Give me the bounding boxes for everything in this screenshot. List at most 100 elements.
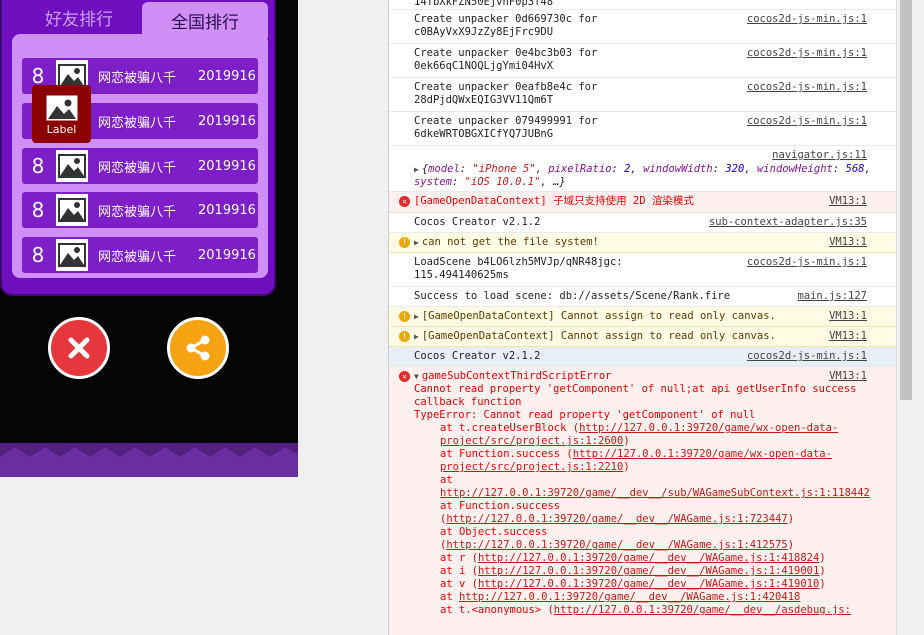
console-message: Success to load scene: db://assets/Scene… bbox=[389, 287, 896, 307]
error-icon: ✕ bbox=[399, 196, 410, 207]
source-link[interactable]: VM13:1 bbox=[829, 370, 867, 383]
source-link[interactable]: cocos2d-js-min.js:1 bbox=[747, 115, 867, 128]
console-error-expanded[interactable]: ✕ VM13:1 ▼ gameSubContextThirdScriptError… bbox=[389, 367, 896, 635]
console-message: LoadScene b4LO6lzh5MVJp/qNR48jgc: 115.49… bbox=[389, 253, 896, 287]
stack-frame: at v (http://127.0.0.1:39720/game/__dev_… bbox=[440, 578, 826, 590]
source-link[interactable]: cocos2d-js-min.js:1 bbox=[747, 47, 867, 60]
message-text: [GameOpenDataContext] Cannot assign to r… bbox=[421, 330, 776, 342]
message-text: LoadScene b4LO6lzh5MVJp/qNR48jgc: 115.49… bbox=[414, 256, 623, 281]
source-link[interactable]: VM13:1 bbox=[829, 236, 867, 249]
console-message: Create unpacker 0eafb8e4c for 28dPjdQWxE… bbox=[389, 78, 896, 112]
stack-link[interactable]: http://127.0.0.1:39720/game/__dev__/WAGa… bbox=[446, 539, 787, 551]
player-score: 2019916 bbox=[198, 68, 256, 84]
stack-frame: at Object.success (http://127.0.0.1:3972… bbox=[440, 526, 795, 551]
rank-number: 8 bbox=[31, 198, 45, 222]
console-message: Cocos Creator v2.1.2 sub-context-adapter… bbox=[389, 213, 896, 233]
message-text: [GameOpenDataContext] Cannot assign to r… bbox=[421, 310, 776, 322]
collapse-arrow-icon[interactable]: ▼ bbox=[414, 372, 419, 381]
tab-global-rank[interactable]: 全国排行 bbox=[142, 2, 268, 38]
scrollbar-thumb[interactable] bbox=[900, 0, 912, 400]
message-text: Create unpacker 079499991 for 6dkeWRTOBG… bbox=[414, 115, 598, 140]
stack-link[interactable]: http://127.0.0.1:39720/game/__dev__/asde… bbox=[554, 604, 851, 616]
source-link[interactable]: VM13:1 bbox=[829, 310, 867, 323]
stack-link[interactable]: http://127.0.0.1:39720/game/__dev__/sub/… bbox=[440, 487, 870, 499]
console-error: ✕ [GameOpenDataContext] 子域只支持使用 2D 渲染模式 … bbox=[389, 192, 896, 213]
close-icon bbox=[68, 337, 90, 359]
console-message: 14TbXkFZN50EjvhF0p3f48 bbox=[389, 0, 896, 10]
avatar-image-icon bbox=[56, 150, 88, 182]
screen: 好友排行 全国排行 8 网恋被骗八千 2019916 8 网恋被骗八千 2019… bbox=[0, 0, 924, 635]
message-text: Create unpacker 0e4bc3b03 for 0ek66qC1NO… bbox=[414, 47, 598, 72]
message-text: Cocos Creator v2.1.2 bbox=[414, 216, 541, 228]
player-score: 2019916 bbox=[198, 247, 256, 263]
source-link[interactable]: cocos2d-js-min.js:1 bbox=[747, 13, 867, 26]
console-message: Create unpacker 079499991 for 6dkeWRTOBG… bbox=[389, 112, 896, 146]
player-name: 网恋被骗八千 bbox=[98, 115, 177, 131]
source-link[interactable]: navigator.js:11 bbox=[772, 149, 867, 162]
player-name: 网恋被骗八千 bbox=[98, 160, 177, 176]
rank-list[interactable]: 8 网恋被骗八千 2019916 8 网恋被骗八千 2019916 8 网恋被骗… bbox=[12, 34, 268, 278]
share-button[interactable] bbox=[167, 317, 229, 379]
label-text: Label bbox=[46, 123, 77, 136]
console-warning: ! ▶ [GameOpenDataContext] Cannot assign t… bbox=[389, 327, 896, 347]
source-link[interactable]: sub-context-adapter.js:35 bbox=[709, 216, 867, 229]
warning-icon: ! bbox=[399, 237, 410, 248]
devtools-console[interactable]: 14TbXkFZN50EjvhF0p3f48 Create unpacker 0… bbox=[388, 0, 896, 635]
warning-icon: ! bbox=[399, 311, 410, 322]
source-link[interactable]: VM13:1 bbox=[829, 195, 867, 208]
image-placeholder-icon bbox=[46, 95, 77, 121]
player-name: 网恋被骗八千 bbox=[98, 204, 177, 220]
player-name: 网恋被骗八千 bbox=[98, 70, 177, 86]
console-scrollbar[interactable] bbox=[896, 0, 924, 635]
rank-row: 8 网恋被骗八千 2019916 bbox=[22, 237, 258, 273]
stack-link[interactable]: http://127.0.0.1:39720/game/__dev__/WAGa… bbox=[446, 513, 787, 525]
stack-link[interactable]: http://127.0.0.1:39720/game/__dev__/WAGa… bbox=[459, 591, 800, 603]
stack-frame: at i (http://127.0.0.1:39720/game/__dev_… bbox=[440, 565, 826, 577]
close-button[interactable] bbox=[48, 317, 110, 379]
source-link[interactable]: cocos2d-js-min.js:1 bbox=[747, 350, 867, 363]
message-text: 14TbXkFZN50EjvhF0p3f48 bbox=[414, 0, 554, 8]
rank-row: 8 网恋被骗八千 2019916 bbox=[22, 148, 258, 184]
footer-decoration bbox=[0, 443, 298, 477]
source-link[interactable]: cocos2d-js-min.js:1 bbox=[747, 256, 867, 269]
stack-frame: at t.<anonymous> (http://127.0.0.1:39720… bbox=[440, 604, 851, 616]
console-message: Cocos Creator v2.1.2 cocos2d-js-min.js:1 bbox=[389, 347, 896, 367]
player-score: 2019916 bbox=[198, 202, 256, 218]
tab-friends-rank[interactable]: 好友排行 bbox=[16, 0, 142, 34]
error-title: gameSubContextThirdScriptError bbox=[421, 370, 612, 382]
player-score: 2019916 bbox=[198, 158, 256, 174]
message-text: [GameOpenDataContext] 子域只支持使用 2D 渲染模式 bbox=[414, 195, 694, 207]
stack-frame: at Function.success (http://127.0.0.1:39… bbox=[440, 500, 795, 525]
expand-arrow-icon[interactable]: ▶ bbox=[414, 238, 419, 247]
console-message: Create unpacker 0e4bc3b03 for 0ek66qC1NO… bbox=[389, 44, 896, 78]
source-link[interactable]: main.js:127 bbox=[797, 290, 867, 303]
message-text: Success to load scene: db://assets/Scene… bbox=[414, 290, 731, 302]
stack-link[interactable]: http://127.0.0.1:39720/game/__dev__/WAGa… bbox=[478, 565, 819, 577]
label-placeholder-widget[interactable]: Label bbox=[32, 85, 91, 143]
error-line: Cannot read property 'getComponent' of n… bbox=[414, 383, 857, 408]
stack-frame: at Function.success (http://127.0.0.1:39… bbox=[440, 448, 832, 473]
stack-frame: at r (http://127.0.0.1:39720/game/__dev_… bbox=[440, 552, 826, 564]
message-text: Cocos Creator v2.1.2 bbox=[414, 350, 541, 362]
source-link[interactable]: cocos2d-js-min.js:1 bbox=[747, 81, 867, 94]
avatar-image-icon bbox=[56, 194, 88, 226]
expand-arrow-icon[interactable]: ▶ bbox=[414, 332, 419, 341]
console-warning: ! ▶ [GameOpenDataContext] Cannot assign t… bbox=[389, 307, 896, 327]
expand-arrow-icon[interactable]: ▶ bbox=[414, 165, 419, 174]
expand-arrow-icon[interactable]: ▶ bbox=[414, 312, 419, 321]
stack-link[interactable]: http://127.0.0.1:39720/game/__dev__/WAGa… bbox=[478, 552, 819, 564]
share-icon bbox=[186, 335, 210, 361]
console-warning: ! ▶ can not get the file system! VM13:1 bbox=[389, 233, 896, 253]
console-message-object[interactable]: navigator.js:11 ▶ {model: "iPhone 5", pix… bbox=[389, 146, 896, 192]
player-score: 2019916 bbox=[198, 113, 256, 129]
console-message: Create unpacker 0d669730c for c0BAyVxX9J… bbox=[389, 10, 896, 44]
stack-frame: at http://127.0.0.1:39720/game/__dev__/s… bbox=[440, 474, 870, 499]
rank-number: 8 bbox=[31, 154, 45, 178]
source-link[interactable]: VM13:1 bbox=[829, 330, 867, 343]
message-text: can not get the file system! bbox=[421, 236, 599, 248]
rank-row: 8 网恋被骗八千 2019916 bbox=[22, 192, 258, 228]
message-text: Create unpacker 0eafb8e4c for 28dPjdQWxE… bbox=[414, 81, 598, 106]
warning-icon: ! bbox=[399, 331, 410, 342]
stack-link[interactable]: http://127.0.0.1:39720/game/__dev__/WAGa… bbox=[478, 578, 819, 590]
player-name: 网恋被骗八千 bbox=[98, 249, 177, 265]
